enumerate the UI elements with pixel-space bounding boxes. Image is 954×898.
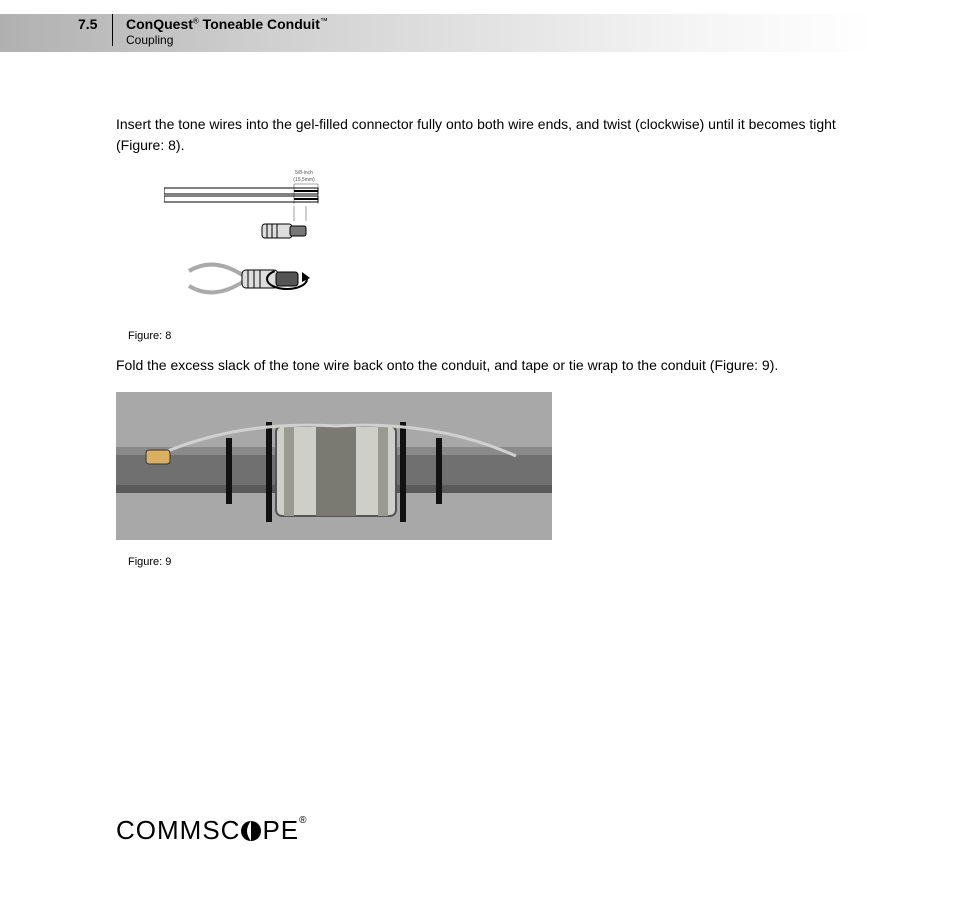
logo-text-2: PE: [262, 815, 299, 845]
figure-9-caption: Figure: 9: [128, 556, 171, 568]
header-bar: 7.5 ConQuest® Toneable Conduit™ Coupling: [0, 14, 876, 52]
section-number: 7.5: [78, 16, 97, 32]
logo-text-1: COMMSC: [116, 815, 240, 845]
logo-globe-icon: [240, 820, 262, 842]
fig8-dim-2: (15,5mm): [293, 177, 315, 183]
figure-8-caption: Figure: 8: [128, 330, 171, 342]
commscope-logo: COMMSC PE®: [116, 815, 308, 846]
subsection-label: Coupling: [126, 33, 173, 47]
product-title: ConQuest® Toneable Conduit™: [126, 16, 328, 32]
logo-registered-mark: ®: [299, 815, 307, 826]
figure-9-photo: [116, 392, 552, 540]
instruction-paragraph-2: Fold the excess slack of the tone wire b…: [116, 355, 856, 376]
header-divider: [112, 14, 113, 46]
figure-8-diagram: 5/8-inch (15,5mm): [164, 166, 334, 316]
trademark-2: ™: [320, 16, 328, 25]
instruction-paragraph-1: Insert the tone wires into the gel-fille…: [116, 114, 856, 156]
product-name-1: ConQuest: [126, 16, 193, 32]
fig8-dim-1: 5/8-inch: [295, 170, 313, 176]
product-name-2: Toneable Conduit: [199, 16, 320, 32]
